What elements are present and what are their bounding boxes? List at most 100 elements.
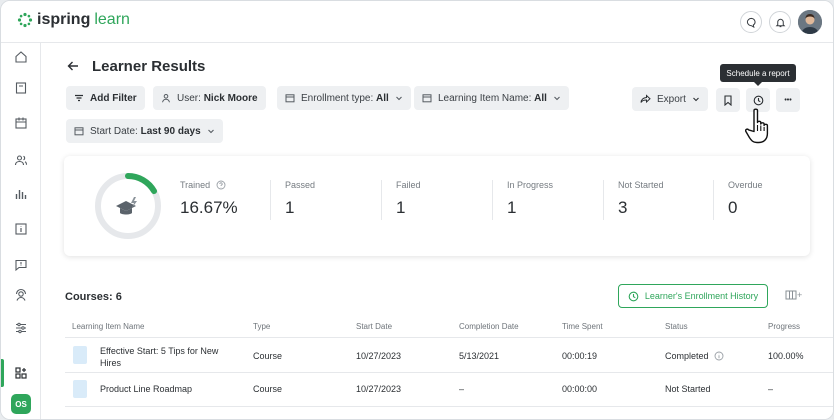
apps-grid-icon — [15, 367, 27, 379]
sidebar-item-reports[interactable] — [9, 182, 33, 206]
column-settings-label: + — [797, 290, 803, 300]
sidebar-item-calendar[interactable] — [9, 111, 33, 135]
item-name[interactable]: Product Line Roadmap — [100, 384, 192, 394]
notifications-button[interactable] — [769, 11, 791, 33]
filter-user-prefix: User: — [177, 92, 201, 104]
filter-enrollment-value: All — [376, 92, 389, 104]
trained-progress-ring — [95, 173, 161, 239]
ispring-logo-icon — [17, 12, 33, 28]
filter-item-prefix: Learning Item Name: — [438, 92, 532, 104]
chat-icon — [746, 17, 755, 28]
trained-label: Trained — [180, 180, 211, 190]
notstarted-value: 3 — [618, 198, 628, 217]
info-board-icon — [15, 223, 27, 235]
info-icon[interactable] — [714, 351, 724, 361]
sidebar-item-apps[interactable] — [9, 361, 33, 385]
divider — [381, 180, 382, 220]
bar-chart-icon — [15, 190, 27, 199]
passed-label: Passed — [285, 180, 316, 190]
filter-enrollment-prefix: Enrollment type: — [301, 92, 374, 104]
more-icon: ••• — [784, 96, 792, 104]
table-divider — [65, 337, 833, 338]
table-divider — [65, 372, 833, 373]
add-filter-button[interactable]: Add Filter — [66, 86, 145, 110]
arrow-left-icon — [67, 61, 78, 71]
item-status: Not Started — [665, 384, 711, 394]
clock-icon — [753, 95, 763, 105]
column-header-type[interactable]: Type — [253, 322, 270, 331]
sidebar-item-home[interactable] — [9, 45, 33, 69]
top-bar: ispring learn — [1, 1, 833, 43]
sidebar-item-settings[interactable] — [9, 316, 33, 340]
item-completion-date: 5/13/2021 — [459, 351, 500, 361]
sidebar-item-info[interactable] — [9, 217, 33, 241]
hand-pointer-cursor-icon — [745, 108, 769, 144]
users-icon — [14, 155, 28, 166]
divider — [713, 180, 714, 220]
filter-learning-item[interactable]: Learning Item Name: All — [414, 86, 569, 110]
column-header-start-date[interactable]: Start Date — [356, 322, 392, 331]
main-content: Learner Results Add Filter User: Nick Mo… — [42, 44, 833, 419]
column-header-time-spent[interactable]: Time Spent — [562, 322, 603, 331]
logo[interactable]: ispring learn — [17, 11, 130, 29]
trained-value: 16.67% — [180, 198, 238, 217]
sidebar-item-messages[interactable] — [9, 253, 33, 277]
inprogress-value: 1 — [507, 198, 517, 217]
stat-failed: Failed 1 — [396, 180, 421, 218]
stats-card: Trained 16.67% Passed 1 Failed 1 In Prog… — [64, 156, 810, 256]
book-icon — [15, 82, 27, 94]
message-alert-icon — [15, 259, 27, 272]
inprogress-label: In Progress — [507, 180, 554, 190]
column-header-completion-date[interactable]: Completion Date — [459, 322, 519, 331]
filter-start-date[interactable]: Start Date: Last 90 days — [66, 119, 223, 143]
user-avatar[interactable] — [798, 10, 822, 34]
column-header-name[interactable]: Learning Item Name — [72, 322, 144, 331]
chevron-down-icon — [207, 129, 214, 134]
stat-passed: Passed 1 — [285, 180, 315, 218]
table-divider — [65, 406, 833, 407]
filter-date-prefix: Start Date: — [90, 125, 138, 137]
chevron-down-icon — [395, 96, 402, 101]
enrollment-history-button[interactable]: Learner's Enrollment History — [618, 284, 768, 308]
export-button[interactable]: Export — [632, 87, 708, 111]
filter-user[interactable]: User: Nick Moore — [153, 86, 266, 110]
item-status-text: Completed — [665, 351, 709, 361]
share-arrow-icon — [640, 94, 651, 104]
item-type: Course — [253, 384, 283, 394]
columns-icon — [785, 290, 797, 300]
course-icon — [73, 346, 87, 364]
item-progress: 100.00% — [768, 351, 804, 361]
export-label: Export — [657, 93, 686, 105]
sidebar-item-users[interactable] — [9, 148, 33, 172]
schedule-report-tooltip: Schedule a report — [720, 64, 796, 86]
sidebar-item-support[interactable] — [9, 283, 33, 307]
column-settings-button[interactable]: + — [785, 290, 802, 300]
bookmark-button[interactable] — [716, 88, 740, 112]
item-name-line: Effective Start: 5 Tips for New — [100, 346, 219, 356]
more-button[interactable]: ••• — [776, 88, 800, 112]
item-name[interactable]: Effective Start: 5 Tips for New Hires — [100, 345, 218, 369]
sidebar-item-content[interactable] — [9, 76, 33, 100]
calendar-icon — [285, 94, 295, 103]
sidebar: OS — [1, 43, 41, 419]
calendar-icon — [422, 94, 432, 103]
brand-name: ispring — [37, 11, 91, 28]
account-badge[interactable]: OS — [11, 394, 31, 414]
calendar-icon — [15, 117, 27, 129]
failed-value: 1 — [396, 198, 406, 217]
column-header-status[interactable]: Status — [665, 322, 688, 331]
overdue-label: Overdue — [728, 180, 763, 190]
chevron-down-icon — [554, 96, 560, 101]
item-time-spent: 00:00:00 — [562, 384, 598, 394]
filter-enrollment-type[interactable]: Enrollment type: All — [277, 86, 411, 110]
chat-button[interactable] — [740, 11, 762, 33]
help-circle-icon[interactable] — [216, 180, 226, 190]
courses-count: Courses: 6 — [65, 291, 122, 303]
stat-overdue: Overdue 0 — [728, 180, 763, 218]
column-header-progress[interactable]: Progress — [768, 322, 800, 331]
filter-icon — [75, 94, 83, 102]
clock-icon — [628, 291, 639, 301]
back-button[interactable] — [66, 59, 80, 73]
bell-icon — [775, 18, 785, 27]
filter-item-value: All — [534, 92, 547, 104]
